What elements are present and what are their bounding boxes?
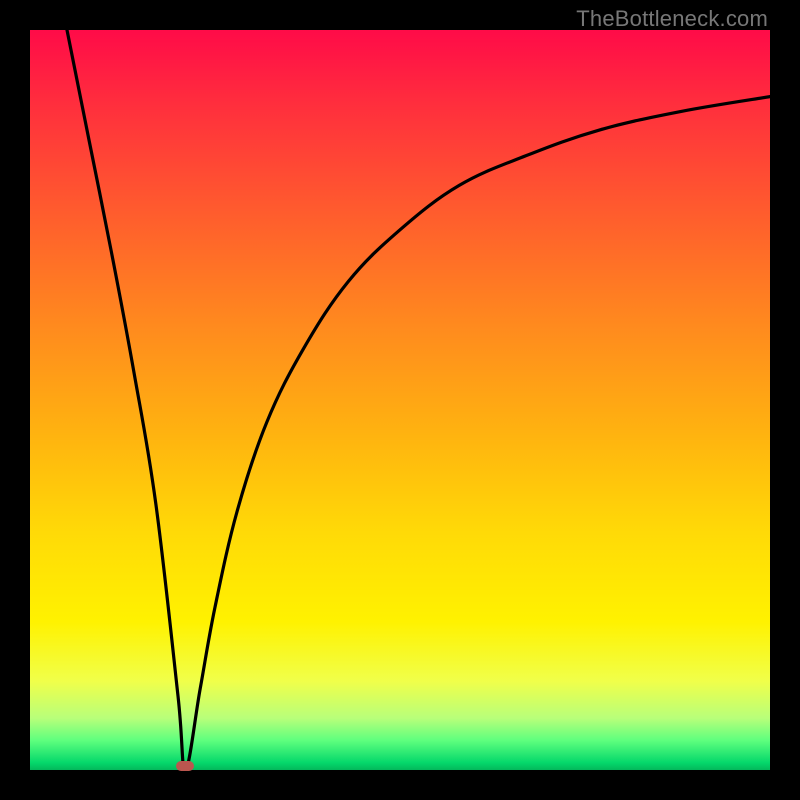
watermark-text: TheBottleneck.com: [576, 6, 768, 32]
minimum-marker: [176, 761, 194, 771]
chart-stage: TheBottleneck.com: [0, 0, 800, 800]
plot-area: [30, 30, 770, 770]
bottleneck-curve: [30, 30, 770, 770]
